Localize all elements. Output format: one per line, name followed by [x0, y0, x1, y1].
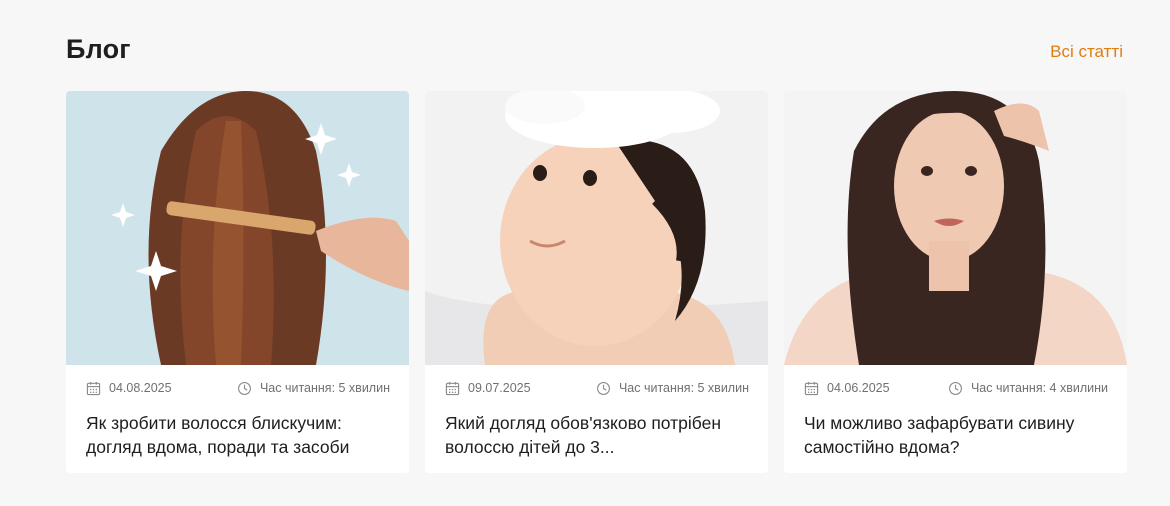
read-time-text: Час читання: 5 хвилин: [618, 381, 749, 395]
clock-icon: [948, 381, 962, 395]
blog-card[interactable]: 04.06.2025 Час читання: 4 хвилини Чи мож…: [784, 91, 1127, 473]
read-time-text: Час читання: 4 хвилини: [970, 381, 1108, 395]
article-image-child-hair: [425, 91, 768, 365]
article-read-time: Час читання: 5 хвилин: [596, 381, 749, 396]
calendar-icon: [86, 381, 101, 395]
article-image-shiny-hair: [66, 91, 409, 365]
date-text: 04.06.2025: [827, 381, 890, 395]
clock-icon: [596, 381, 610, 395]
blog-card[interactable]: 09.07.2025 Час читання: 5 хвилин Який до…: [425, 91, 768, 473]
article-date: 09.07.2025: [445, 381, 531, 396]
all-articles-link[interactable]: Всі статті: [1050, 42, 1123, 62]
article-title[interactable]: Чи можливо зафарбувати сивину самостійно…: [784, 411, 1127, 459]
blog-card[interactable]: 04.08.2025 Час читання: 5 хвилин Як зроб…: [66, 91, 409, 473]
article-date: 04.06.2025: [804, 381, 890, 396]
calendar-icon: [804, 381, 819, 395]
article-meta: 04.06.2025 Час читання: 4 хвилини: [784, 365, 1127, 411]
article-title[interactable]: Який догляд обов'язково потрібен волоссю…: [425, 411, 768, 459]
read-time-text: Час читання: 5 хвилин: [259, 381, 390, 395]
article-meta: 09.07.2025 Час читання: 5 хвилин: [425, 365, 768, 411]
blog-header: Блог Всі статті: [66, 34, 1123, 70]
calendar-icon: [445, 381, 460, 395]
article-read-time: Час читання: 4 хвилини: [948, 381, 1108, 396]
section-title: Блог: [66, 34, 131, 64]
article-image-gray-hair: [784, 91, 1127, 365]
article-date: 04.08.2025: [86, 381, 172, 396]
article-title[interactable]: Як зробити волосся блискучим: догляд вдо…: [66, 411, 409, 459]
article-meta: 04.08.2025 Час читання: 5 хвилин: [66, 365, 409, 411]
date-text: 04.08.2025: [109, 381, 172, 395]
date-text: 09.07.2025: [468, 381, 531, 395]
article-read-time: Час читання: 5 хвилин: [237, 381, 390, 396]
blog-cards: 04.08.2025 Час читання: 5 хвилин Як зроб…: [66, 91, 1127, 473]
clock-icon: [237, 381, 251, 395]
